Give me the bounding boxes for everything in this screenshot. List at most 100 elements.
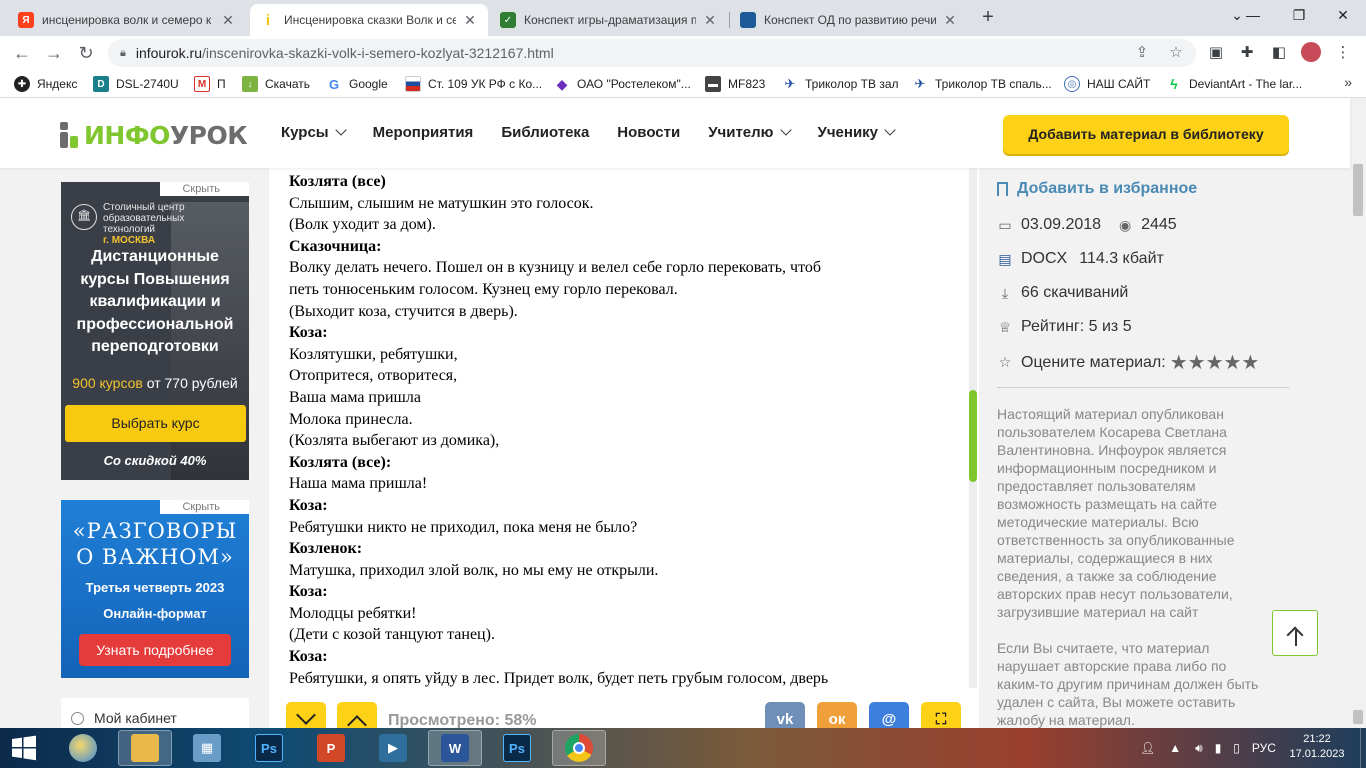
side-panel-icon[interactable]: ◧ <box>1268 42 1290 64</box>
bookmark-deviantart[interactable]: ϟ DeviantArt - The lar... <box>1166 75 1302 93</box>
taskbar-chrome[interactable] <box>552 730 606 766</box>
taskbar-resource-monitor[interactable]: ▦ <box>180 730 234 766</box>
bookmark-gmail[interactable]: MП <box>194 75 226 93</box>
deviantart-icon: ϟ <box>1166 76 1182 92</box>
cabinet-label: Мой кабинет <box>94 710 177 726</box>
ad2-title: «РАЗГОВОРЫ О ВАЖНОМ» <box>61 518 249 570</box>
volume-icon[interactable]: 🔊︎ <box>1195 741 1203 756</box>
bookmark-download[interactable]: ↓ Скачать <box>242 75 310 93</box>
ad-banner-courses[interactable]: Скрыть 🏛︎ Столичный центр образовательны… <box>61 182 249 480</box>
page-scrollbar-down[interactable] <box>1353 710 1363 724</box>
restore-icon[interactable]: ❐ <box>1276 0 1322 32</box>
avatar[interactable] <box>1300 42 1322 64</box>
taskbar-word[interactable]: W <box>428 730 482 766</box>
document-viewer: Козлята (все) Слышим, слышим не матушкин … <box>269 168 979 728</box>
ad-banner-talks[interactable]: Скрыть «РАЗГОВОРЫ О ВАЖНОМ» Третья четвер… <box>61 500 249 678</box>
back-icon[interactable]: ← <box>8 39 36 67</box>
tab-4[interactable]: Конспект ОД по развитию речи ✕ <box>730 4 968 36</box>
nav-library[interactable]: Библиотека <box>501 124 589 141</box>
more-bookmarks-icon[interactable]: » <box>1344 74 1352 90</box>
nav-student[interactable]: Ученику <box>818 124 896 141</box>
show-desktop-button[interactable] <box>1360 728 1366 768</box>
taskbar-movie-maker[interactable]: ▶ <box>366 730 420 766</box>
bookmark-dsl[interactable]: D DSL-2740U <box>93 75 179 93</box>
bookmark-uk-rf[interactable]: Ст. 109 УК РФ с Ко... <box>405 75 542 93</box>
user-tray-icon[interactable]: 👤︎ <box>1140 741 1155 755</box>
taskbar-photoshop-2[interactable]: Ps <box>490 730 544 766</box>
lock-icon: 🔒︎ <box>120 46 126 59</box>
downloads-row: ⤓ 66 скачиваний <box>997 284 1128 302</box>
bookmark-tricolor-1[interactable]: ✈ Триколор ТВ зал <box>782 75 899 93</box>
add-material-button[interactable]: Добавить материал в библиотеку <box>1003 115 1289 154</box>
forward-icon[interactable]: → <box>40 39 68 67</box>
tab-2[interactable]: i Инсценировка сказки Волк и се ✕ <box>250 4 488 36</box>
tab-3[interactable]: ✓ Конспект игры-драматизация п ✕ <box>490 4 728 36</box>
taskbar-photoshop[interactable]: Ps <box>242 730 296 766</box>
page-scrollbar-thumb[interactable] <box>1353 164 1363 216</box>
page-scrollbar[interactable] <box>1350 98 1366 728</box>
share-ok-button[interactable]: ок <box>817 702 857 728</box>
scroll-to-top-button[interactable] <box>1272 610 1318 656</box>
nav-events[interactable]: Мероприятия <box>373 124 474 141</box>
logo-text-green: ИНФО <box>84 120 170 150</box>
star-icon: ☆ <box>998 354 1012 370</box>
fullscreen-button[interactable]: ⛶ <box>921 702 961 728</box>
photoshop-icon: Ps <box>255 734 283 762</box>
taskbar-powerpoint[interactable]: P <box>304 730 358 766</box>
dlink-icon: D <box>93 76 109 92</box>
extension-icon[interactable]: ▣ <box>1205 42 1227 64</box>
taskbar-paint[interactable] <box>56 730 110 766</box>
scroll-down-button[interactable] <box>286 702 326 728</box>
taskbar-explorer[interactable] <box>118 730 172 766</box>
menu-icon[interactable]: ⋮ <box>1332 42 1354 64</box>
network-icon[interactable]: ▮ <box>1215 741 1222 755</box>
power-icon[interactable]: ▯ <box>1233 741 1240 755</box>
share-vk-button[interactable]: vk <box>765 702 805 728</box>
org-text-block: Столичный центр образовательных технолог… <box>103 202 185 246</box>
bookmark-rostelecom[interactable]: ◆ ОАО "Ростелеком"... <box>554 75 691 93</box>
nav-teacher[interactable]: Учителю <box>708 124 792 141</box>
hide-ad-button[interactable]: Скрыть <box>160 500 249 514</box>
document-scrollbar[interactable] <box>969 168 977 688</box>
nav-label: Библиотека <box>501 124 590 141</box>
share-icon[interactable]: ⇪ <box>1128 39 1156 67</box>
share-mail-button[interactable]: @ <box>869 702 909 728</box>
hide-ad-button[interactable]: Скрыть <box>160 182 249 196</box>
reload-icon[interactable]: ↻ <box>72 39 100 67</box>
add-to-favorites-link[interactable]: Добавить в избранное <box>997 180 1197 198</box>
close-icon[interactable]: ✕ <box>702 12 718 29</box>
bookmark-yandex[interactable]: ✚ Яндекс <box>14 75 77 93</box>
tab-strip: Я инсценировка волк и семеро к ✕ i Инсце… <box>0 0 1366 36</box>
logo-text-gray: УРОК <box>169 120 248 150</box>
price-accent: 900 курсов <box>72 375 143 391</box>
start-button[interactable] <box>0 730 48 766</box>
infourok-logo[interactable]: ИНФО УРОК <box>60 120 248 150</box>
close-icon[interactable]: ✕ <box>462 12 478 29</box>
bookmark-our-site[interactable]: ◎ НАШ САЙТ <box>1064 75 1150 93</box>
address-bar[interactable]: 🔒︎ infourok.ru/inscenirovka-skazki-volk-… <box>108 39 1196 67</box>
close-icon[interactable]: ✕ <box>942 12 958 29</box>
bookmark-tricolor-2[interactable]: ✈ Триколор ТВ спаль... <box>912 75 1052 93</box>
my-account-link[interactable]: Мой кабинет <box>61 698 249 728</box>
url-path: /inscenirovka-skazki-volk-i-semero-kozly… <box>202 45 554 61</box>
keyboard-language[interactable]: РУС <box>1252 741 1276 755</box>
nav-courses[interactable]: Курсы <box>281 124 347 141</box>
close-icon[interactable]: ✕ <box>220 12 236 29</box>
bookmark-google[interactable]: G Google <box>326 75 388 93</box>
new-tab-button[interactable]: + <box>976 6 1000 30</box>
window-close-icon[interactable]: ✕ <box>1320 0 1366 32</box>
scrollbar-thumb[interactable] <box>969 390 977 482</box>
choose-course-button[interactable]: Выбрать курс <box>65 405 246 442</box>
show-hidden-icon[interactable]: ▲ <box>1169 741 1181 755</box>
star-icon[interactable]: ☆ <box>1162 39 1190 67</box>
rating-stars[interactable]: ★★★★★ <box>1170 350 1260 375</box>
learn-more-button[interactable]: Узнать подробнее <box>79 634 231 666</box>
puzzle-icon[interactable]: ✚ <box>1236 42 1258 64</box>
nav-news[interactable]: Новости <box>617 124 680 141</box>
tab-1[interactable]: Я инсценировка волк и семеро к ✕ <box>8 4 246 36</box>
bookmark-mf823[interactable]: ▬ MF823 <box>705 75 765 93</box>
clock-date: 17.01.2023 <box>1289 748 1345 760</box>
minimize-icon[interactable]: — <box>1230 0 1276 32</box>
taskbar-clock[interactable]: 21:22 17.01.2023 <box>1284 732 1350 762</box>
scroll-up-button[interactable] <box>337 702 377 728</box>
